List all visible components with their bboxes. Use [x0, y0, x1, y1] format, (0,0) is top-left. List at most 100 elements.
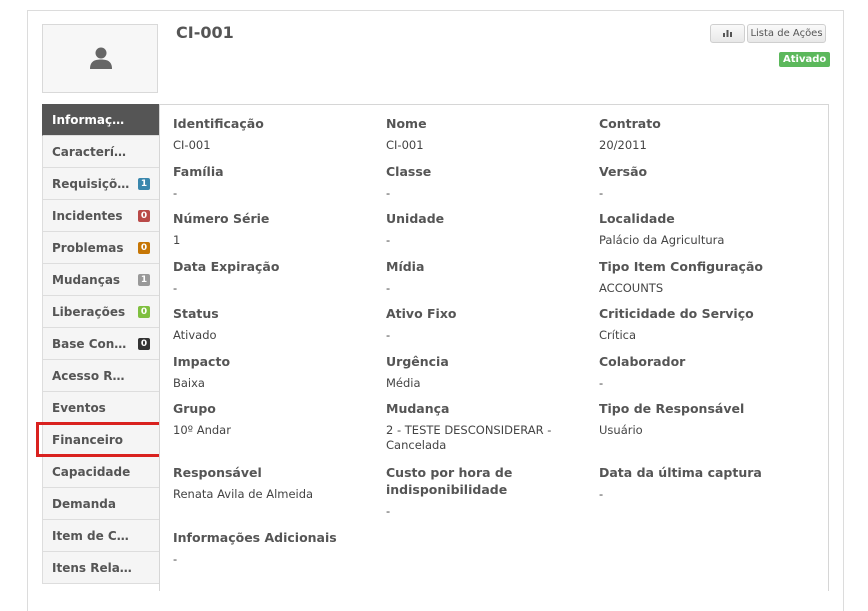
field-familia: Família - — [173, 163, 373, 201]
field-label: Versão — [599, 164, 648, 179]
field-value: Ativado — [173, 328, 217, 342]
count-badge: 0 — [138, 306, 150, 318]
sidebar-item-label: Capacidade — [52, 464, 131, 479]
sidebar-item-label: Demanda — [52, 496, 116, 511]
highlight-box — [36, 422, 164, 457]
user-icon — [90, 47, 112, 69]
sidebar-item-liberacoes[interactable]: Liberações 0 — [42, 296, 159, 328]
field-nome: Nome CI-001 — [386, 115, 586, 153]
field-criticidade-servico: Criticidade do Serviço Crítica — [599, 305, 819, 343]
field-label: Data da última captura — [599, 465, 762, 480]
bar-chart-icon — [723, 30, 732, 37]
field-value: Crítica — [599, 328, 637, 342]
field-informacoes-adicionais: Informações Adicionais - — [173, 529, 473, 567]
sidebar-item-label: Eventos — [52, 400, 106, 415]
field-data-ultima-captura: Data da última captura - — [599, 464, 819, 502]
field-value: 2 - TESTE DESCONSIDERAR - Cancelada — [386, 423, 552, 452]
field-label: Ativo Fixo — [386, 306, 457, 321]
chart-button[interactable] — [710, 24, 745, 43]
sidebar-item-capacidade[interactable]: Capacidade — [42, 456, 159, 488]
field-status: Status Ativado — [173, 305, 373, 343]
field-label: Grupo — [173, 401, 216, 416]
field-contrato: Contrato 20/2011 — [599, 115, 819, 153]
sidebar-item-label: Incidentes — [52, 208, 123, 223]
field-value: - — [386, 186, 391, 200]
field-label: Tipo de Responsável — [599, 401, 745, 416]
field-value: CI-001 — [173, 138, 211, 152]
field-value: - — [386, 504, 391, 518]
field-midia: Mídia - — [386, 258, 586, 296]
field-urgencia: Urgência Média — [386, 353, 586, 391]
field-value: - — [599, 186, 604, 200]
field-label: Mudança — [386, 401, 450, 416]
field-value: - — [386, 233, 391, 247]
field-localidade: Localidade Palácio da Agricultura — [599, 210, 819, 248]
field-label: Criticidade do Serviço — [599, 306, 754, 321]
field-label: Informações Adicionais — [173, 530, 337, 545]
ci-image-placeholder — [42, 24, 158, 93]
page-title: CI-001 — [176, 23, 234, 42]
field-mudanca: Mudança 2 - TESTE DESCONSIDERAR - Cancel… — [386, 400, 556, 453]
field-colaborador: Colaborador - — [599, 353, 819, 391]
field-value: 1 — [173, 233, 181, 247]
sidebar-item-eventos[interactable]: Eventos — [42, 392, 159, 424]
field-value: - — [599, 487, 604, 501]
field-data-expiracao: Data Expiração - — [173, 258, 373, 296]
field-label: Nome — [386, 116, 427, 131]
field-label: Urgência — [386, 354, 449, 369]
field-unidade: Unidade - — [386, 210, 586, 248]
field-label: Número Série — [173, 211, 270, 226]
sidebar-item-itens-relacionados[interactable]: Itens Relaci... — [42, 552, 159, 584]
actions-list-label: Lista de Ações — [750, 28, 823, 39]
field-value: - — [173, 281, 178, 295]
field-identificacao: Identificação CI-001 — [173, 115, 373, 153]
field-label: Custo por hora de indisponibilidade — [386, 465, 513, 497]
sidebar-item-incidentes[interactable]: Incidentes 0 — [42, 200, 159, 232]
field-label: Classe — [386, 164, 432, 179]
sidebar-item-label: Acesso Rem... — [52, 368, 132, 383]
field-responsavel: Responsável Renata Avila de Almeida — [173, 464, 373, 502]
field-numero-serie: Número Série 1 — [173, 210, 373, 248]
field-label: Responsável — [173, 465, 262, 480]
field-value: - — [173, 552, 178, 566]
field-value: - — [386, 328, 391, 342]
field-value: ACCOUNTS — [599, 281, 664, 295]
field-label: Tipo Item Configuração — [599, 259, 763, 274]
sidebar-item-base-conhecimento[interactable]: Base Conhe... 0 — [42, 328, 159, 360]
field-impacto: Impacto Baixa — [173, 353, 373, 391]
field-value: Palácio da Agricultura — [599, 233, 725, 247]
sidebar-item-acesso-remoto[interactable]: Acesso Rem... — [42, 360, 159, 392]
sidebar-item-problemas[interactable]: Problemas 0 — [42, 232, 159, 264]
sidebar-item-label: Mudanças — [52, 272, 121, 287]
sidebar-item-label: Itens Relaci... — [52, 560, 132, 575]
actions-list-button[interactable]: Lista de Ações — [747, 24, 826, 43]
field-custo-hora-indisponibilidade: Custo por hora de indisponibilidade - — [386, 464, 546, 519]
field-versao: Versão - — [599, 163, 819, 201]
field-value: Média — [386, 376, 421, 390]
sidebar-item-label: Requisições — [52, 176, 132, 191]
field-label: Data Expiração — [173, 259, 280, 274]
field-label: Unidade — [386, 211, 445, 226]
field-label: Identificação — [173, 116, 264, 131]
field-classe: Classe - — [386, 163, 586, 201]
sidebar-item-requisicoes[interactable]: Requisições 1 — [42, 168, 159, 200]
field-value: Baixa — [173, 376, 205, 390]
sidebar-item-demanda[interactable]: Demanda — [42, 488, 159, 520]
sidebar-item-label: Liberações — [52, 304, 126, 319]
field-tipo-responsavel: Tipo de Responsável Usuário — [599, 400, 819, 438]
sidebar-item-item-configuracao[interactable]: Item de Co... — [42, 520, 159, 552]
count-badge: 0 — [138, 242, 150, 254]
sidebar-item-caracteristicas[interactable]: Característi... — [42, 136, 159, 168]
field-value: Renata Avila de Almeida — [173, 487, 314, 501]
sidebar-item-label: Base Conhe... — [52, 336, 132, 351]
field-label: Localidade — [599, 211, 675, 226]
field-label: Família — [173, 164, 224, 179]
count-badge: 0 — [138, 210, 150, 222]
field-label: Mídia — [386, 259, 425, 274]
sidebar-item-informacoes[interactable]: Informaçõe... — [42, 104, 159, 136]
field-grupo: Grupo 10º Andar — [173, 400, 373, 438]
sidebar-item-mudancas[interactable]: Mudanças 1 — [42, 264, 159, 296]
count-badge: 1 — [138, 274, 150, 286]
field-value: - — [599, 376, 604, 390]
sidebar-item-label: Problemas — [52, 240, 124, 255]
